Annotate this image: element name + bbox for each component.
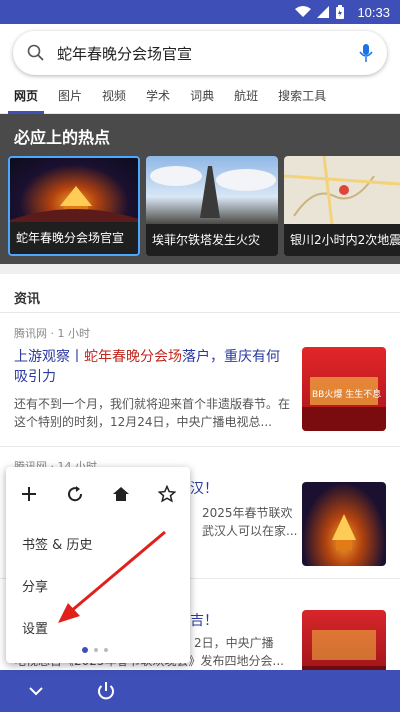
tab-search-tools[interactable]: 搜索工具 [272,84,332,114]
svg-text:BB火爆 生生不息: BB火爆 生生不息 [312,388,381,400]
menu-icon-row [6,467,190,525]
news-item[interactable]: 腾讯网 · 1 小时 上游观察丨蛇年春晚分会场落户，重庆有何吸引力 还有不到一个… [14,325,386,431]
divider [0,312,400,313]
pavilion-graphic [332,514,356,550]
bottom-toolbar [0,670,400,712]
trending-image [10,158,138,226]
trending-label: 埃菲尔铁塔发生火灾 [146,224,278,256]
home-icon[interactable] [112,485,130,503]
chevron-down-icon[interactable] [28,686,44,696]
power-icon[interactable] [96,681,116,701]
tab-flights[interactable]: 航班 [228,84,264,114]
search-box[interactable]: 蛇年春晚分会场官宣 [13,31,387,75]
page-dot [94,648,98,652]
page-dot [104,648,108,652]
popup-menu: 书签 & 历史 分享 设置 [6,467,190,663]
section-gap [0,264,400,274]
tab-academic[interactable]: 学术 [140,84,176,114]
trending-title: 必应上的热点 [14,128,111,147]
trending-card[interactable]: 埃菲尔铁塔发生火灾 [146,156,278,256]
trending-label: 蛇年春晚分会场官宣 [10,222,138,254]
search-input[interactable]: 蛇年春晚分会场官宣 [57,43,359,64]
news-title[interactable]: 吉！ [190,610,218,630]
stage-graphic: BB火爆 生生不息 [302,377,386,431]
trending-label: 银川2小时内2次地震 [284,224,400,256]
tab-videos[interactable]: 视频 [96,84,132,114]
menu-item-bookmarks-history[interactable]: 书签 & 历史 [6,525,190,567]
trending-image [284,156,400,225]
trending-image [146,156,278,224]
menu-item-settings[interactable]: 设置 [6,609,190,651]
page-dot-active [82,647,88,653]
trending-card[interactable]: 银川2小时内2次地震 [284,156,400,256]
menu-item-share[interactable]: 分享 [6,567,190,609]
news-title[interactable]: 上游观察丨蛇年春晚分会场落户，重庆有何吸引力 [14,347,292,387]
description-line: 2025年春节联欢 [202,506,293,520]
news-source: 腾讯网 · 1 小时 [14,327,90,340]
trending-section: 必应上的热点 蛇年春晚分会场官宣 埃菲尔铁塔发生火灾 银川2小时内2次地震 [0,114,400,264]
tab-images[interactable]: 图片 [52,84,88,114]
wifi-icon [295,6,312,17]
add-icon[interactable] [20,485,38,503]
news-thumbnail[interactable]: BB火爆 生生不息 [302,347,386,431]
tower-graphic [150,166,276,218]
map-graphic [284,156,400,225]
microphone-icon[interactable] [359,43,373,63]
clock: 10:33 [357,4,390,20]
news-description: 2日，中央广播 [194,634,274,652]
news-description: 还有不到一个月，我们就将迎来首个非遗版春节。在这个特别的时刻，12月24日，中央… [14,397,291,429]
news-heading: 资讯 [14,292,41,307]
page-indicator [82,647,108,653]
tab-dictionary[interactable]: 词典 [184,84,220,114]
news-title-highlight: 蛇年春晚分会场 [84,349,182,365]
news-title[interactable]: 汉！ [190,478,218,498]
description-line: 武汉人可以在家... [202,524,298,538]
news-thumbnail[interactable] [302,482,386,566]
star-icon[interactable] [158,485,176,503]
signal-icon [317,6,330,18]
news-title-prefix: 上游观察丨 [14,349,84,365]
trending-card[interactable]: 蛇年春晚分会场官宣 [8,156,140,256]
battery-icon [336,5,345,19]
search-icon [27,44,44,61]
tab-web[interactable]: 网页 [8,84,45,114]
refresh-icon[interactable] [66,485,84,503]
search-tabs: 网页 图片 视频 学术 词典 航班 搜索工具 [0,84,400,114]
pavilion-graphic [10,186,138,226]
divider [0,446,400,447]
description-line: 2日，中央广播 [194,636,274,650]
status-bar: 10:33 [0,0,400,24]
news-description: 2025年春节联欢 武汉人可以在家... [202,504,297,540]
